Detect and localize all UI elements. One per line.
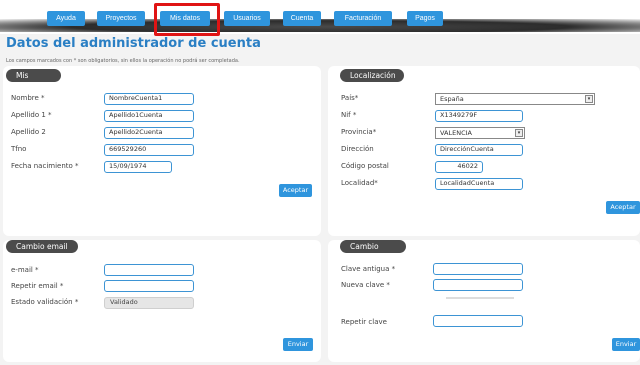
mis-datos-accept-button[interactable]: Aceptar xyxy=(279,184,312,197)
page-title: Datos del administrador de cuenta xyxy=(6,36,261,51)
chevron-down-icon[interactable]: ▾ xyxy=(585,95,593,103)
email-field[interactable] xyxy=(104,264,194,276)
localizacion-title: Localización xyxy=(340,69,404,82)
repetir-clave-label: Repetir clave xyxy=(341,318,387,326)
mis-datos-panel: Mis datos Nombre * NombreCuenta1 Apellid… xyxy=(3,66,321,236)
estado-validacion-label: Estado validación * xyxy=(11,298,79,306)
nueva-clave-field[interactable] xyxy=(433,279,523,291)
top-bar: Ayuda Proyectos Mis datos Usuarios Cuent… xyxy=(0,0,640,36)
tfno-field[interactable]: 669529260 xyxy=(104,144,194,156)
tab-usuarios[interactable]: Usuarios xyxy=(224,11,270,26)
fecha-nacimiento-field[interactable]: 15/09/1974 xyxy=(104,161,172,173)
pais-value: España xyxy=(440,95,464,103)
clave-antigua-field[interactable] xyxy=(433,263,523,275)
repetir-clave-field[interactable] xyxy=(433,315,523,327)
localidad-field[interactable]: LocalidadCuenta xyxy=(435,178,523,190)
pais-select[interactable]: España ▾ xyxy=(435,93,595,105)
localizacion-panel: Localización País* España ▾ Nif * X13492… xyxy=(328,66,640,236)
password-strength-bar xyxy=(446,297,514,299)
direccion-field[interactable]: DirecciónCuenta xyxy=(435,144,523,156)
cambio-clave-panel: Cambio clave Clave antigua * Nueva clave… xyxy=(328,240,640,362)
required-fields-note: Los campos marcados con * son obligatori… xyxy=(6,58,240,64)
estado-validacion-field: Validado xyxy=(104,297,194,309)
apellido2-field[interactable]: Apellido2Cuenta xyxy=(104,127,194,139)
apellido2-label: Apellido 2 xyxy=(11,128,46,136)
repetir-email-label: Repetir email * xyxy=(11,282,64,290)
apellido1-field[interactable]: Apellido1Cuenta xyxy=(104,110,194,122)
clave-antigua-label: Clave antigua * xyxy=(341,265,396,273)
tab-facturacion[interactable]: Facturación xyxy=(334,11,392,26)
nueva-clave-label: Nueva clave * xyxy=(341,281,390,289)
provincia-label: Provincia* xyxy=(341,128,377,136)
direccion-label: Dirección xyxy=(341,145,374,153)
provincia-value: VALENCIA xyxy=(440,129,472,137)
nombre-label: Nombre * xyxy=(11,94,45,102)
tab-ayuda[interactable]: Ayuda xyxy=(47,11,85,26)
cambio-email-panel: Cambio email e-mail * Repetir email * Es… xyxy=(3,240,321,362)
cambio-email-send-button[interactable]: Enviar xyxy=(283,338,313,351)
active-tab-highlight xyxy=(154,3,220,36)
localidad-label: Localidad* xyxy=(341,179,378,187)
tfno-label: Tfno xyxy=(11,145,27,153)
cambio-clave-title: Cambio clave xyxy=(340,240,406,264)
codigo-postal-field[interactable]: 46022 xyxy=(435,161,483,173)
localizacion-accept-button[interactable]: Aceptar xyxy=(606,201,640,214)
nif-field[interactable]: X1349279F xyxy=(435,110,523,122)
nif-label: Nif * xyxy=(341,111,357,119)
tab-cuenta[interactable]: Cuenta xyxy=(283,11,321,26)
tab-pagos[interactable]: Pagos xyxy=(407,11,443,26)
provincia-select[interactable]: VALENCIA ▾ xyxy=(435,127,525,139)
tab-proyectos[interactable]: Proyectos xyxy=(97,11,145,26)
cambio-clave-send-button[interactable]: Enviar xyxy=(612,338,640,351)
email-label: e-mail * xyxy=(11,266,39,274)
repetir-email-field[interactable] xyxy=(104,280,194,292)
codigo-postal-label: Código postal xyxy=(341,162,389,170)
pais-label: País* xyxy=(341,94,359,102)
mis-datos-title: Mis datos xyxy=(6,69,61,93)
chevron-down-icon[interactable]: ▾ xyxy=(515,129,523,137)
cambio-email-title: Cambio email xyxy=(6,240,78,253)
nombre-field[interactable]: NombreCuenta1 xyxy=(104,93,194,105)
fecha-nacimiento-label: Fecha nacimiento * xyxy=(11,162,79,170)
apellido1-label: Apellido 1 * xyxy=(11,111,52,119)
